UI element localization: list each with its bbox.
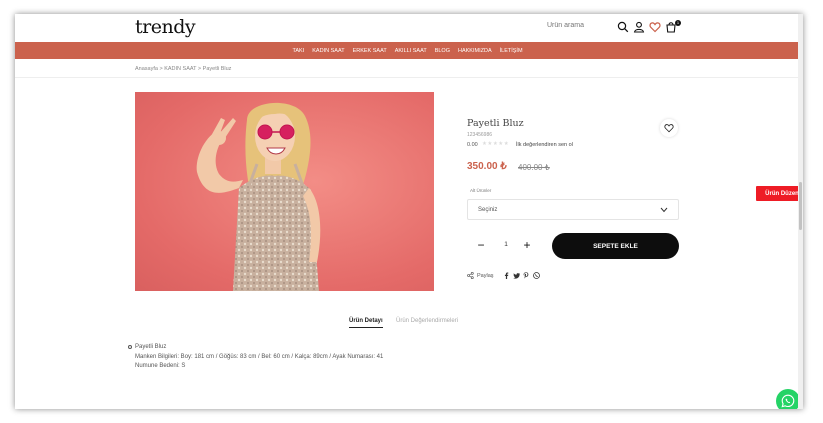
cart-count-badge: 1 [675,20,681,26]
search-input[interactable] [547,22,617,29]
description-line: Numune Bedeni: S [135,363,186,369]
variant-selected-value: Seçiniz [478,206,498,213]
heart-icon[interactable] [649,21,661,33]
nav-item-blog[interactable]: BLOG [435,48,450,54]
first-review-link[interactable]: İlk değerlendiren sen ol [516,142,573,148]
chevron-down-icon [660,207,668,213]
nav-item-iletisim[interactable]: İLETİŞİM [500,48,523,54]
nav-item-akilli-saat[interactable]: AKILLI SAAT [395,48,427,54]
share-row: Paylaş [467,272,540,279]
rating-stars: ★★★★★ [482,141,510,147]
whatsapp-chat-button[interactable] [776,389,800,409]
quantity-decrease-button[interactable]: − [474,238,488,252]
site-logo[interactable]: trendy [135,16,196,38]
quantity-increase-button[interactable]: + [520,238,534,252]
heart-outline-icon [664,124,674,133]
edit-product-button[interactable]: Ürün Düzenle [756,186,803,201]
pinterest-icon[interactable] [523,272,530,279]
product-price: 350.00 ₺ [467,161,507,172]
divider [15,77,798,78]
variant-select[interactable]: Seçiniz [467,199,679,220]
description-line: Manken Bilgileri: Boy: 181 cm / Göğüs: 8… [135,353,384,360]
twitter-icon[interactable] [512,272,520,279]
tab-product-detail[interactable]: Ürün Detayı [349,318,383,328]
facebook-icon[interactable] [503,272,510,279]
main-nav: TAKI KADIN SAAT ERKEK SAAT AKILLI SAAT B… [15,42,798,59]
rating-score: 0.00 [467,142,478,148]
add-to-cart-button[interactable]: SEPETE EKLE [552,233,679,259]
browser-frame: trendy 1 TAKI KADIN SAAT ERKEK SAAT AKIL… [15,14,803,409]
whatsapp-icon [781,394,795,408]
product-image[interactable] [135,92,434,291]
search-icon[interactable] [617,21,629,33]
vertical-scrollbar[interactable] [798,14,803,409]
product-sku: 123456986 [467,132,493,138]
nav-item-erkek-saat[interactable]: ERKEK SAAT [353,48,387,54]
nav-item-kadin-saat[interactable]: KADIN SAAT [312,48,344,54]
tab-product-reviews[interactable]: Ürün Değerlendirmeleri [396,318,458,324]
product-description: Payetli Bluz Manken Bilgileri: Boy: 181 … [135,343,383,372]
list-bullet [128,345,132,349]
nav-item-taki[interactable]: TAKI [292,48,304,54]
whatsapp-share-icon[interactable] [532,272,540,279]
product-old-price: 400.00 ₺ [518,163,550,172]
favorite-button[interactable] [660,119,678,137]
share-label: Paylaş [477,272,494,279]
variant-label: Alt Ürünler [470,188,492,193]
quantity-value[interactable]: 1 [501,241,511,248]
user-icon[interactable] [633,21,645,33]
description-line: Payetli Bluz [135,344,167,350]
breadcrumb[interactable]: Anasayfa > KADIN SAAT > Payetli Bluz [135,66,231,72]
product-photo-illustration [196,102,321,291]
product-title: Payetli Bluz [467,118,524,129]
scrollbar-thumb[interactable] [799,182,802,230]
share-icon [467,272,474,279]
nav-item-hakkimizda[interactable]: HAKKIMIZDA [458,48,492,54]
